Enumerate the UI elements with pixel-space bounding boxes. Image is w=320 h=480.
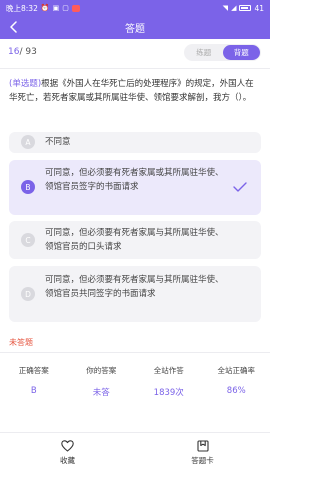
stat-label-your-answer: 你的答案 <box>86 366 117 375</box>
check-icon <box>233 180 247 194</box>
page-title: 答题 <box>125 24 145 35</box>
option-text: 可同意，但必须要有死者家属或其所属驻华使、领馆官员签字的书面请求 <box>45 168 224 192</box>
option-letter: C <box>21 233 35 247</box>
answer-card-label: 答题卡 <box>191 456 214 465</box>
stat-value-your-answer: 未答 <box>92 388 110 398</box>
stat-label-accuracy: 全站正确率 <box>217 366 256 375</box>
signal-icon: ◢ <box>231 3 237 12</box>
alarm-icon: ⏰ <box>40 3 50 12</box>
status-bar: 晚上8:32 ⏰ ▣ ▢ ◥ ◢ 41 <box>0 0 270 16</box>
stat-label-total-attempts: 全站作答 <box>153 366 184 375</box>
question-type: (单选题) <box>9 79 42 89</box>
app-notification-icon <box>71 4 80 12</box>
question-progress: 16/ 93 <box>8 47 37 57</box>
option-b[interactable]: B 可同意，但必须要有死者家属或其所属驻华使、领馆官员签字的书面请求 <box>9 160 261 215</box>
stats-labels: 正确答案 你的答案 全站作答 全站正确率 <box>0 365 270 376</box>
heart-icon <box>61 440 74 452</box>
bottom-bar: 收藏 答题卡 <box>0 433 270 480</box>
wifi-icon: ◥ <box>222 3 229 12</box>
header-bar: 答题 <box>0 16 270 39</box>
stat-value-accuracy: 86% <box>226 386 246 396</box>
favorite-label: 收藏 <box>60 456 75 465</box>
option-d[interactable]: D 可同意，但必须要有死者家属与其所属驻华使、领馆官员共同签字的书面请求 <box>9 266 261 322</box>
answer-card-button[interactable]: 答题卡 <box>135 433 270 480</box>
favorite-button[interactable]: 收藏 <box>0 433 135 480</box>
option-letter: D <box>21 287 35 301</box>
option-letter: A <box>21 135 35 149</box>
progress-total: / 93 <box>19 47 37 57</box>
option-text: 不同意 <box>45 137 71 147</box>
progress-current: 16 <box>8 47 20 57</box>
option-c[interactable]: C 可同意，但必须要有死者家属与其所属驻华使、领馆官员的口头请求 <box>9 221 261 259</box>
stats-values: B 未答 1839次 86% <box>0 386 270 398</box>
stat-label-correct-answer: 正确答案 <box>18 366 49 375</box>
status-time: 晚上8:32 <box>6 3 38 13</box>
battery-level: 41 <box>254 3 264 13</box>
option-a[interactable]: A 不同意 <box>9 132 261 153</box>
tab-memorize[interactable]: 背题 <box>222 45 260 60</box>
question-stem: (单选题)根据《外国人在华死亡后的处理程序》的规定，外国人在华死亡，若死者家属或… <box>9 77 262 105</box>
answer-card-icon <box>196 440 209 452</box>
option-text: 可同意，但必须要有死者家属与其所属驻华使、领馆官员的口头请求 <box>45 228 224 252</box>
mode-switch: 练题 背题 <box>184 44 261 61</box>
stat-value-correct-answer: B <box>30 386 37 396</box>
image-icon: ▣ <box>52 3 60 12</box>
divider <box>0 352 270 353</box>
stat-value-total-attempts: 1839次 <box>153 388 184 398</box>
divider <box>0 68 270 69</box>
question-text: 根据《外国人在华死亡后的处理程序》的规定，外国人在华死亡，若死者家属或其所属驻华… <box>9 79 254 103</box>
unanswered-label: 未答题 <box>9 338 33 347</box>
option-letter: B <box>21 180 35 194</box>
option-text: 可同意，但必须要有死者家属与其所属驻华使、领馆官员共同签字的书面请求 <box>45 275 224 299</box>
notification-icon: ▢ <box>62 3 69 12</box>
battery-icon <box>239 5 252 11</box>
tab-practice[interactable]: 练题 <box>185 45 223 60</box>
